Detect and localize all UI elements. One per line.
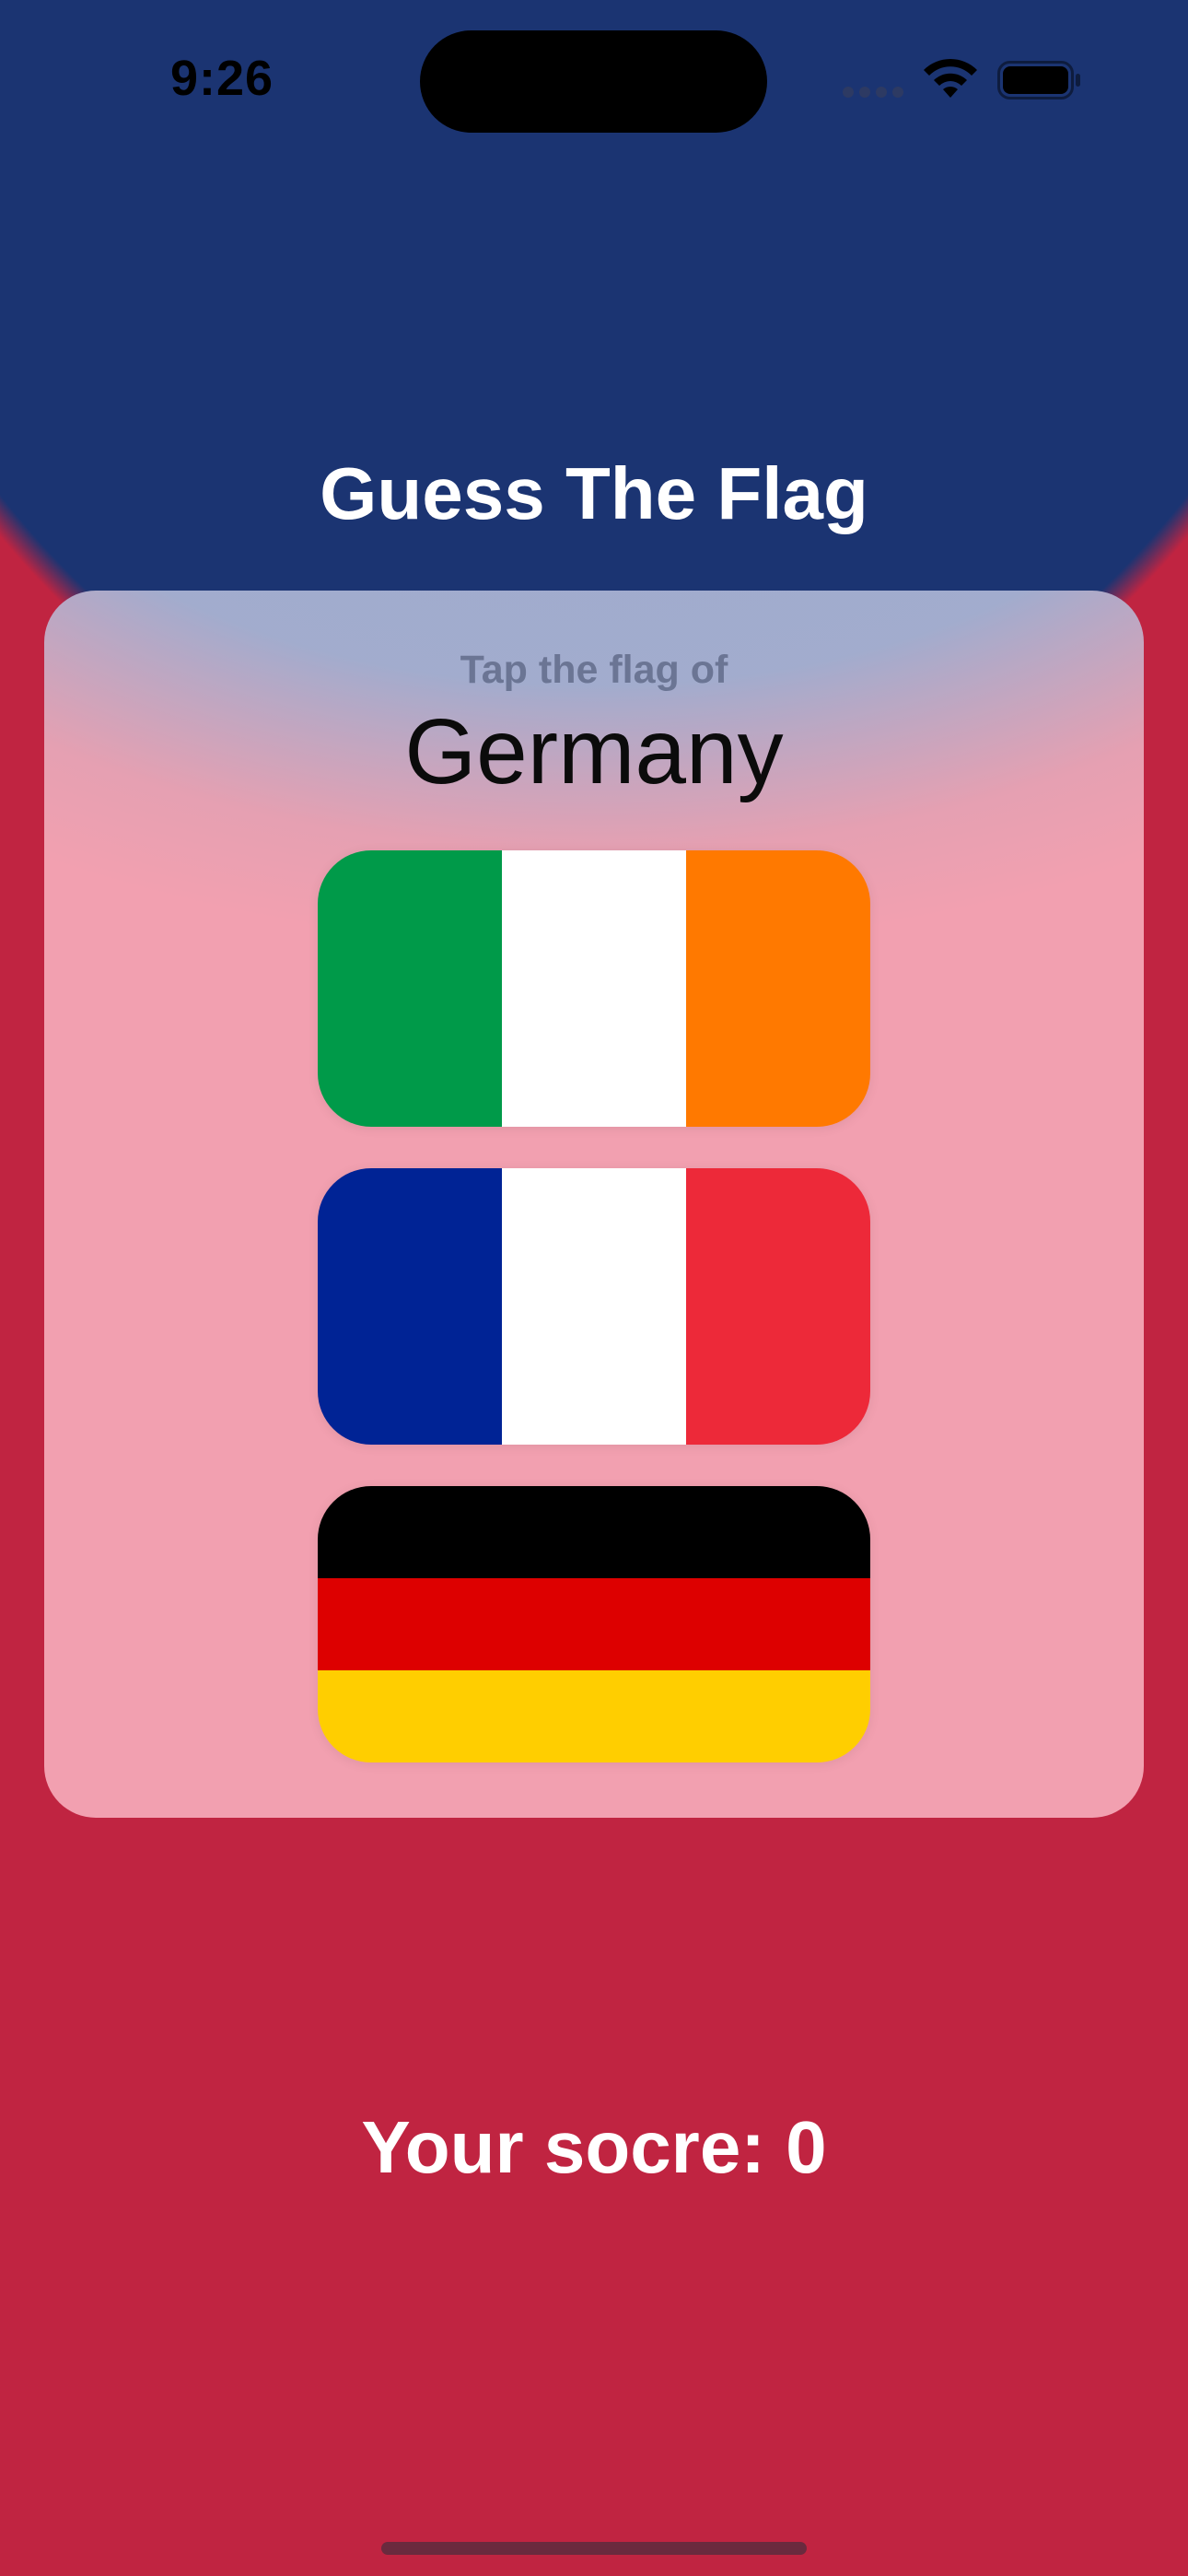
flag-button-2[interactable] — [318, 1168, 870, 1445]
cellular-signal-icon — [843, 87, 905, 98]
home-indicator[interactable] — [381, 2542, 807, 2555]
status-time: 9:26 — [170, 51, 274, 106]
flag-stripe — [318, 1670, 870, 1762]
flag-button-3[interactable] — [318, 1486, 870, 1762]
status-bar: 9:26 — [0, 0, 1188, 157]
flag-stripe — [686, 1168, 870, 1445]
ireland-flag-icon — [318, 850, 870, 1127]
page-title: Guess The Flag — [320, 452, 868, 534]
flag-stripe — [318, 850, 502, 1127]
flag-stripe — [318, 1578, 870, 1670]
dynamic-island — [420, 30, 767, 133]
france-flag-icon — [318, 1168, 870, 1445]
score-label: Your socre: 0 — [361, 2106, 827, 2188]
flag-stripe — [318, 1486, 870, 1578]
target-country: Germany — [404, 700, 784, 803]
flag-stripe — [318, 1168, 502, 1445]
flag-stripe — [502, 1168, 686, 1445]
wifi-icon — [924, 58, 977, 98]
battery-icon — [997, 61, 1080, 100]
flag-stripe — [686, 850, 870, 1127]
prompt-label: Tap the flag of — [460, 648, 728, 692]
question-card: Tap the flag of Germany — [44, 591, 1144, 1818]
flag-stripe — [502, 850, 686, 1127]
germany-flag-icon — [318, 1486, 870, 1762]
flag-button-1[interactable] — [318, 850, 870, 1127]
